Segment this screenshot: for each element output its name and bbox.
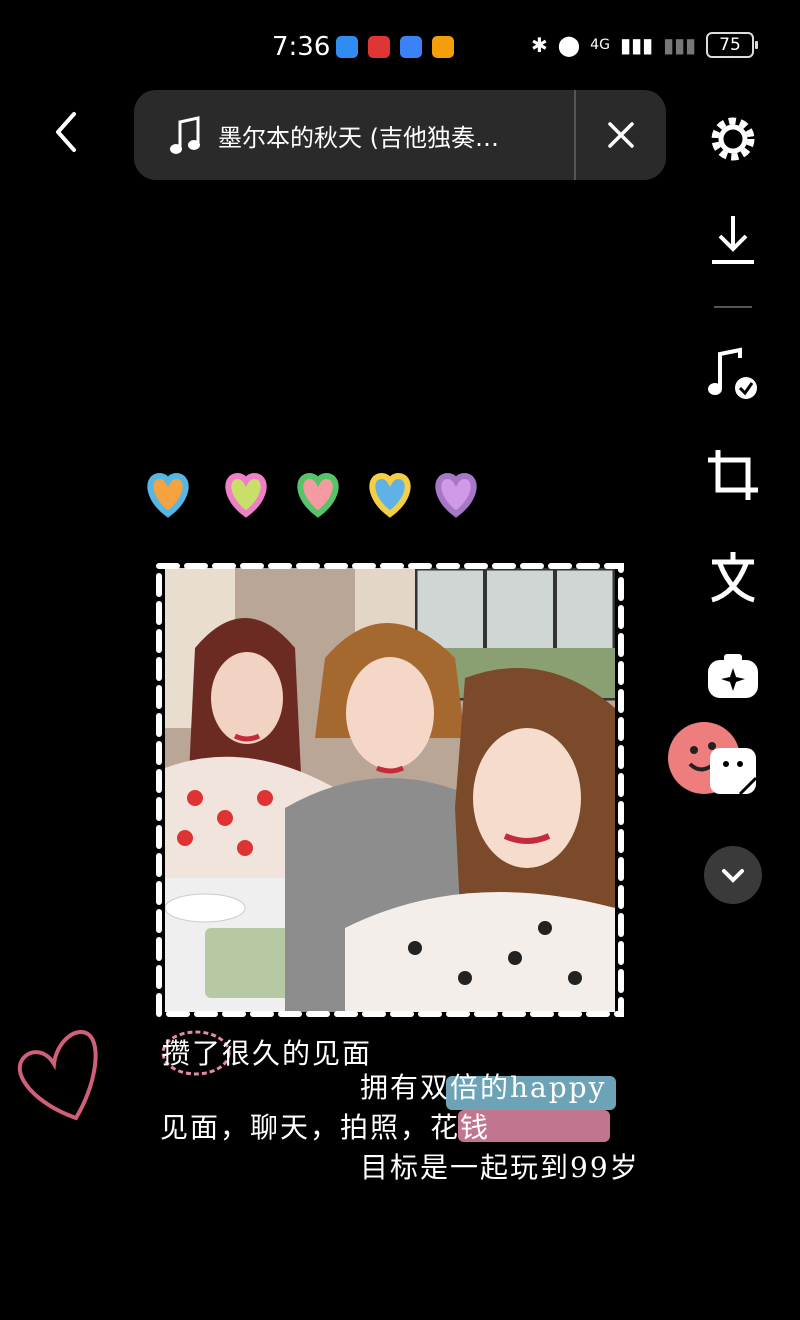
- chevron-left-icon: [56, 112, 76, 152]
- chevron-down-icon: [722, 869, 744, 883]
- text-button[interactable]: [704, 548, 762, 606]
- caption-line2: 拥有双倍的happy: [360, 1071, 607, 1104]
- network-label: 4G: [590, 37, 610, 53]
- pill-divider: [574, 90, 576, 180]
- system-icons: ✱ ⬤ 4G ▮▮▮ ▮▮▮ 75: [531, 32, 758, 58]
- effect-button[interactable]: [704, 648, 762, 706]
- status-bar: 7:36 ✱ ⬤ 4G ▮▮▮ ▮▮▮ 75: [0, 28, 800, 68]
- dashed-border: [156, 563, 624, 1017]
- toolbar-divider: [714, 306, 752, 308]
- download-icon: [712, 216, 754, 264]
- app-weibo-icon: [368, 36, 390, 58]
- heart-pink-icon: [297, 472, 339, 518]
- music-button[interactable]: [704, 344, 762, 402]
- signal-2-icon: ▮▮▮: [662, 33, 696, 57]
- photo-frame[interactable]: [155, 562, 625, 1018]
- heart-blue-icon: [369, 472, 411, 518]
- location-icon: ⬤: [557, 33, 581, 57]
- caption-line3: 见面，聊天，拍照，花钱: [160, 1111, 491, 1144]
- music-note-icon: [170, 116, 200, 154]
- caption-line4: 目标是一起玩到99岁: [360, 1151, 640, 1184]
- music-selector[interactable]: 墨尔本的秋天 (吉他独奏…: [134, 90, 666, 180]
- heart-orange-icon: [147, 472, 189, 518]
- close-icon[interactable]: [604, 118, 638, 152]
- more-tools-button[interactable]: [704, 846, 762, 904]
- app-shield-icon: [336, 36, 358, 58]
- battery-icon: 75: [706, 32, 758, 58]
- music-title: 墨尔本的秋天 (吉他独奏…: [218, 124, 499, 152]
- crop-icon: [708, 450, 758, 500]
- settings-button[interactable]: [704, 110, 762, 168]
- signal-icon: ▮▮▮: [619, 33, 653, 57]
- bluetooth-icon: ✱: [531, 33, 548, 57]
- sticker-button[interactable]: [666, 720, 766, 800]
- crop-button[interactable]: [704, 446, 762, 504]
- status-time: 7:36: [272, 32, 331, 62]
- music-check-icon: [708, 347, 757, 399]
- effect-icon: [708, 654, 758, 698]
- text-icon: [711, 552, 755, 603]
- app-orange-icon: [432, 36, 454, 58]
- heart-purple-icon: [435, 472, 477, 518]
- download-button[interactable]: [704, 210, 762, 268]
- caption-line1: 攒了很久的见面: [162, 1037, 373, 1070]
- app-book-icon: [400, 36, 422, 58]
- sticker-icon: [668, 722, 758, 796]
- heart-outline-icon: [17, 1030, 98, 1121]
- back-button[interactable]: [44, 104, 88, 160]
- heart-lime-icon: [225, 472, 267, 518]
- settings-icon: [711, 117, 755, 161]
